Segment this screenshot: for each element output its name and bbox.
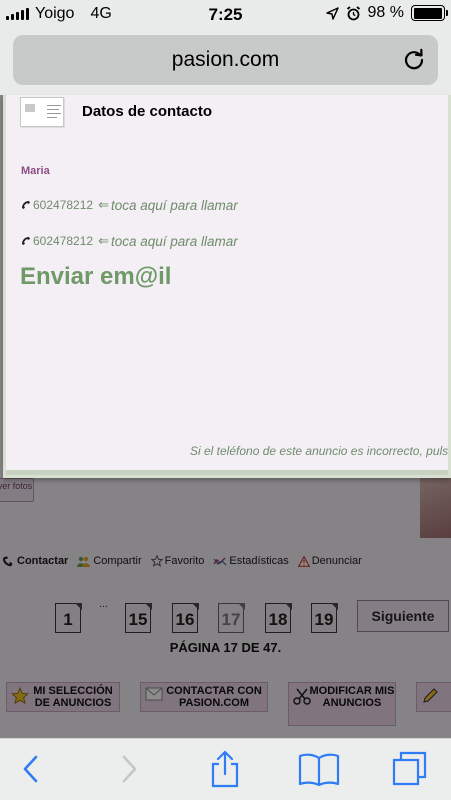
arrow-left-icon: ⇐ [98, 233, 109, 248]
browser-header: pasion.com [0, 28, 451, 95]
arrow-left-icon: ⇐ [98, 197, 109, 212]
send-email-link[interactable]: Enviar em@il [20, 263, 171, 291]
chevron-right-icon[interactable] [118, 753, 140, 785]
alarm-clock-icon [346, 5, 360, 20]
book-icon[interactable] [298, 752, 340, 786]
tabs-icon[interactable] [392, 751, 428, 787]
share-icon[interactable] [207, 750, 243, 788]
phone-hint: toca aquí para llamar [110, 197, 238, 213]
contact-name: Maria [21, 165, 50, 177]
status-bar: Yoigo 4G 7:25 98 % [0, 0, 451, 28]
url-text: pasion.com [171, 48, 280, 71]
phone-hint: toca aquí para llamar [110, 233, 238, 249]
phone-line[interactable]: 602478212 ⇐ toca aquí para llamar [21, 197, 238, 213]
chevron-left-icon[interactable] [20, 753, 42, 785]
location-arrow-icon [325, 6, 339, 20]
incorrect-phone-note[interactable]: Si el teléfono de este anuncio es incorr… [190, 444, 448, 458]
phone-number[interactable]: 602478212 [33, 234, 93, 248]
modal-bottom-border [6, 470, 448, 475]
phone-line[interactable]: 602478212 ⇐ toca aquí para llamar [21, 233, 238, 249]
phone-icon [22, 201, 30, 209]
browser-toolbar [0, 738, 451, 800]
battery-percent-label: 98 % [367, 4, 404, 21]
status-right: 98 % [325, 4, 448, 22]
reload-icon[interactable] [402, 48, 426, 72]
battery-icon [411, 5, 448, 21]
address-bar[interactable]: pasion.com [13, 35, 438, 85]
phone-icon [22, 237, 30, 245]
modal-title: Datos de contacto [82, 103, 213, 120]
business-card-icon [20, 97, 64, 127]
battery-fill [413, 7, 442, 19]
contact-modal: Datos de contacto Maria 602478212 ⇐ toca… [3, 95, 451, 478]
phone-number[interactable]: 602478212 [33, 198, 93, 212]
